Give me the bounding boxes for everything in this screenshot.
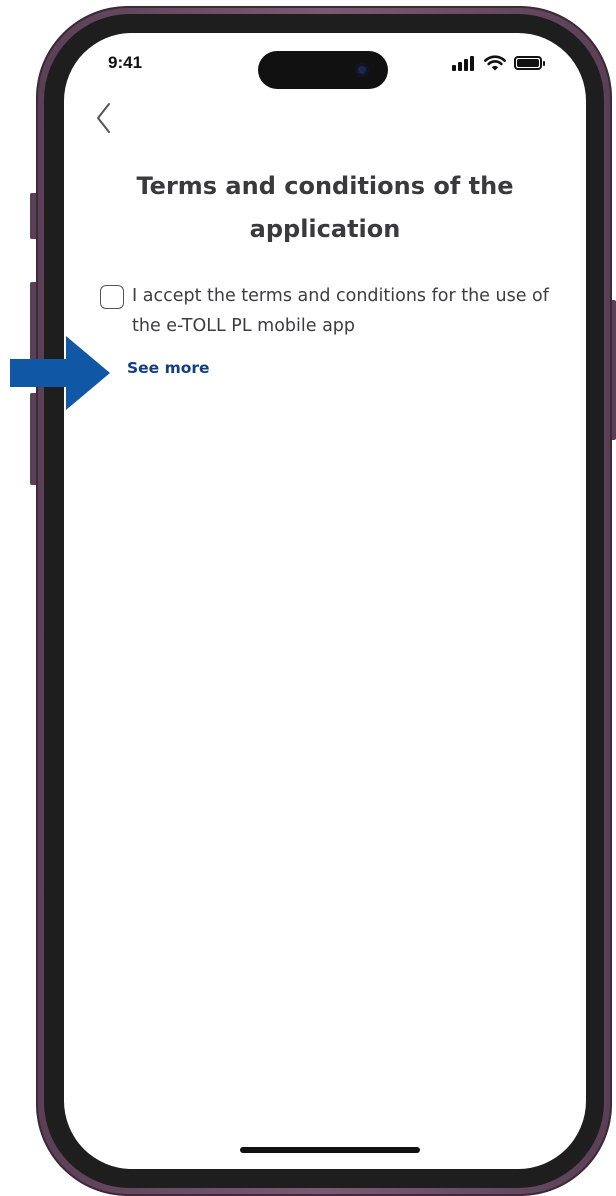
wifi-icon — [484, 55, 506, 71]
status-time: 9:41 — [108, 53, 143, 72]
terms-checkbox-label: I accept the terms and conditions for th… — [132, 286, 549, 336]
signal-icon — [452, 55, 476, 71]
home-indicator[interactable] — [240, 1147, 420, 1153]
see-more-link[interactable]: See more — [127, 359, 210, 377]
terms-checkbox[interactable] — [100, 285, 124, 309]
back-button[interactable] — [90, 99, 118, 137]
phone-screen: 9:41 Terms and conditions of the applica… — [64, 33, 586, 1169]
chevron-left-icon — [97, 103, 110, 133]
camera-icon — [355, 63, 369, 77]
page-title: Terms and conditions of the application — [136, 172, 514, 243]
arrow-right-icon — [10, 336, 110, 410]
stage: 9:41 Terms and conditions of the applica… — [0, 0, 616, 1196]
status-icons — [452, 55, 552, 73]
dynamic-island — [258, 51, 388, 89]
battery-icon — [514, 56, 545, 70]
